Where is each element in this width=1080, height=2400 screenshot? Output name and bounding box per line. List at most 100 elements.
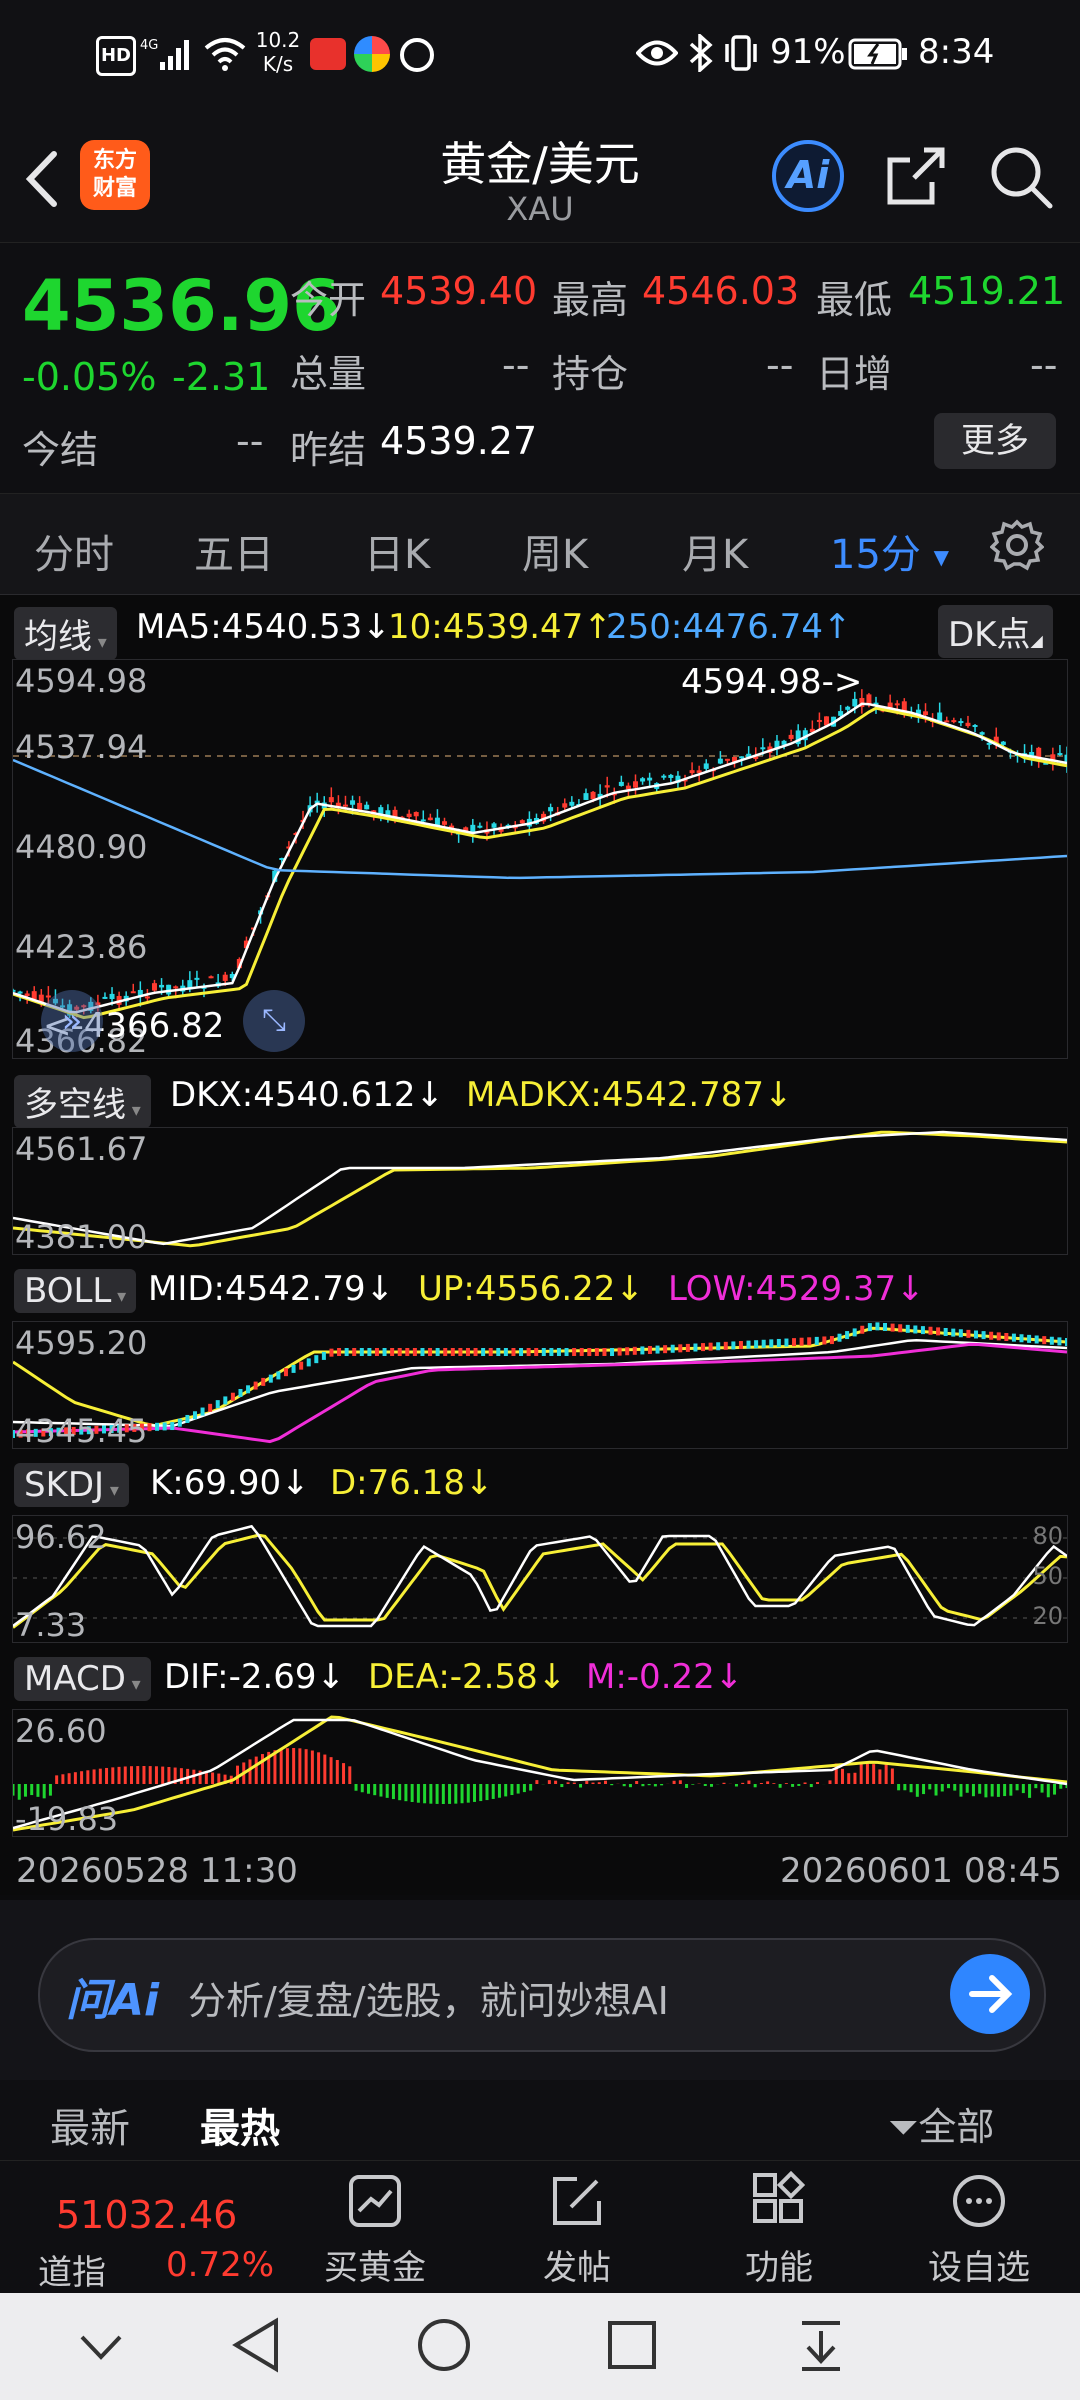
boll-chart [13,1322,1067,1444]
candle-body [208,976,214,979]
skdj-indicator-selector[interactable]: SKDJ ▾ [14,1463,129,1507]
boll-price-bar [541,1348,546,1356]
boll-price-bar [556,1348,561,1356]
location-icon [400,38,434,72]
candlestick-panel[interactable]: 4594.98 4537.94 4480.90 4423.86 4366.82 … [12,659,1068,1060]
search-icon[interactable] [988,144,1054,210]
caret-down-icon: ▾ [104,1480,119,1501]
candle-body [519,820,525,824]
tab-15min[interactable]: 15分 ▼ [830,522,949,580]
boll-price-bar [678,1344,683,1353]
hd-icon: HD [96,36,136,76]
chevron-down-icon[interactable] [76,2327,126,2367]
post-button[interactable]: 发帖 [502,2171,652,2289]
skdj-d-line [13,1533,1067,1629]
macd-dif-value: DIF:-2.69↓ [164,1657,346,1697]
tab-latest[interactable]: 最新 [50,2096,130,2154]
macd-indicator-selector[interactable]: MACD ▾ [14,1657,151,1701]
buy-gold-button[interactable]: 买黄金 [300,2171,450,2289]
tab-monthly-k[interactable]: 月K [682,522,748,580]
ma-indicator-selector[interactable]: 均线 ▾ [14,607,117,660]
boll-price-bar [905,1324,910,1333]
news-tabs: 最新 最热 ⏷全部 [0,2080,1080,2160]
tab-15min-label: 15分 [830,532,921,578]
dkx-value: DKX:4540.612↓ [170,1075,444,1115]
boll-price-bar [814,1336,819,1345]
tab-hot[interactable]: 最热 [200,2096,280,2154]
4g-signal-icon: 4G [140,38,189,70]
tab-weekly-k[interactable]: 周K [522,522,588,580]
share-icon[interactable] [884,144,948,208]
candle-body [647,777,653,781]
boll-price-bar [685,1343,690,1352]
more-button[interactable]: 更多 [934,413,1056,469]
zoom-button[interactable]: ⤡ [243,990,305,1052]
boll-price-bar [519,1348,524,1356]
boll-price-bar [845,1331,850,1340]
y-axis-label: -19.83 [15,1800,119,1838]
boll-price-bar [943,1327,948,1336]
ai-assistant-button[interactable]: Ai [772,140,844,212]
y-axis-label: 26.60 [15,1712,107,1750]
candle-body [413,812,419,817]
boll-price-bar [223,1396,228,1405]
tab-daily-k[interactable]: 日K [364,522,430,580]
macd-panel[interactable]: 26.60 -19.83 [12,1709,1068,1838]
y-axis-label: 96.62 [15,1518,107,1556]
index-value: 51032.46 [56,2193,238,2237]
gear-icon[interactable] [990,518,1044,572]
ai-query-input[interactable]: 问Ai 分析/复盘/选股，就问妙想AI [38,1938,1046,2052]
boll-price-bar [1011,1333,1016,1342]
dkx-panel[interactable]: 4561.67 4381.00 [12,1127,1068,1256]
boll-indicator-selector[interactable]: BOLL ▾ [14,1269,137,1313]
time-axis-end: 20260601 08:45 [780,1851,1062,1891]
boll-price-bar [170,1422,175,1431]
candle-body [31,991,37,1000]
open-value: 4539.40 [380,269,538,313]
battery-percent: 91% [770,32,846,72]
arrow-down-icon: ↓ [415,1075,444,1115]
bluetooth-icon [689,34,713,72]
tab-five-day[interactable]: 五日 [194,522,274,580]
bottom-toolbar: 51032.46 道指 0.72% 买黄金 发帖 功能 设自选 [0,2160,1080,2293]
candle-body [109,993,115,1000]
boll-price-bar [481,1348,486,1356]
back-triangle-icon[interactable] [228,2315,284,2375]
candle-body [923,711,929,716]
index-ticker[interactable]: 51032.46 道指 0.72% [20,2169,280,2293]
functions-button[interactable]: 功能 [704,2170,854,2289]
boll-price-bar [852,1328,857,1337]
candle-body [364,804,370,810]
candle-body [569,801,575,806]
tab-intraday[interactable]: 分时 [34,522,114,580]
dkx-line [13,1130,1067,1246]
candle-body [958,721,964,724]
boll-price-bar [867,1323,872,1332]
ai-assistant-bar: 问Ai 分析/复盘/选股，就问妙想AI [0,1900,1080,2080]
home-circle-icon[interactable] [414,2315,474,2375]
ma5-line [13,702,1067,1014]
candle-body [1000,741,1006,745]
candle-body [661,775,667,778]
skdj-panel[interactable]: 96.62 7.33 80 50 20 [12,1515,1068,1644]
dk-point-button[interactable]: DK点◢ [938,605,1053,658]
ai-send-button[interactable] [950,1954,1030,2034]
boll-price-bar [382,1348,387,1356]
low-value: 4519.21 [908,269,1066,313]
boll-price-bar [890,1323,895,1332]
boll-panel[interactable]: 4595.20 4345.45 [12,1321,1068,1450]
candle-body [173,986,179,989]
scroll-left-button[interactable]: » [41,990,103,1052]
news-filter-button[interactable]: ⏷全部 [888,2096,994,2151]
macd-dea-value: DEA:-2.58↓ [368,1657,567,1697]
dkx-indicator-selector[interactable]: 多空线 ▾ [14,1075,151,1128]
high-price-marker: 4594.98-> [681,662,863,702]
boll-price-bar [883,1322,888,1331]
add-watchlist-button[interactable]: 设自选 [904,2171,1054,2289]
boll-price-bar [337,1348,342,1356]
recents-square-icon[interactable] [606,2319,658,2371]
notification-pull-icon[interactable] [796,2315,846,2375]
boll-price-bar [177,1418,182,1427]
skdj-level-label: 20 [1032,1602,1063,1630]
boll-price-bar [723,1341,728,1350]
